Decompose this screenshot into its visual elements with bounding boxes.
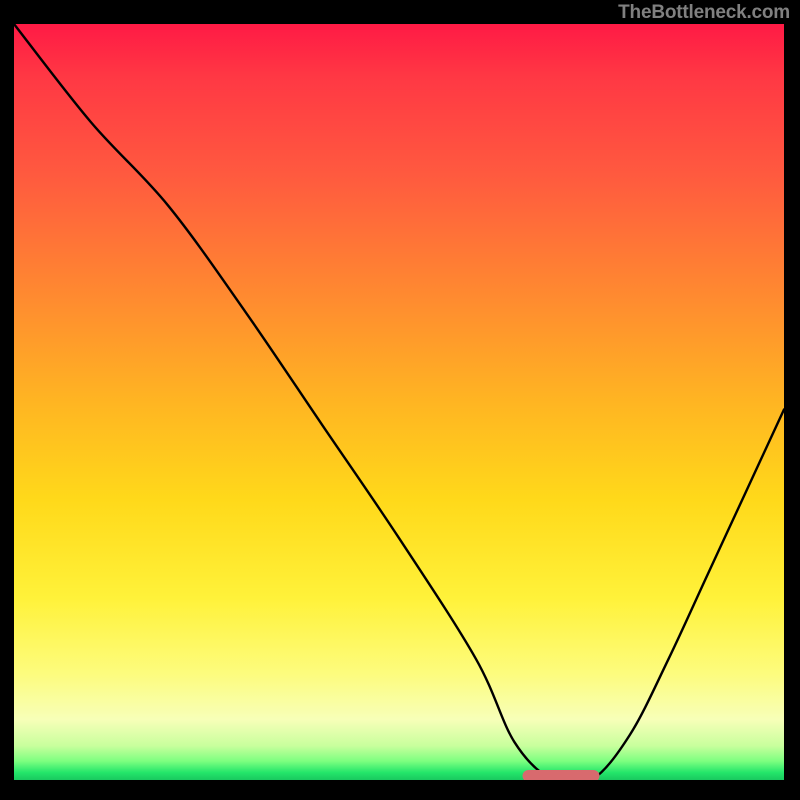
bottleneck-curve bbox=[14, 24, 784, 780]
plot-area bbox=[14, 24, 784, 780]
watermark-text: TheBottleneck.com bbox=[618, 2, 790, 24]
chart-frame: TheBottleneck.com bbox=[0, 0, 800, 800]
optimal-range-marker bbox=[522, 770, 599, 780]
